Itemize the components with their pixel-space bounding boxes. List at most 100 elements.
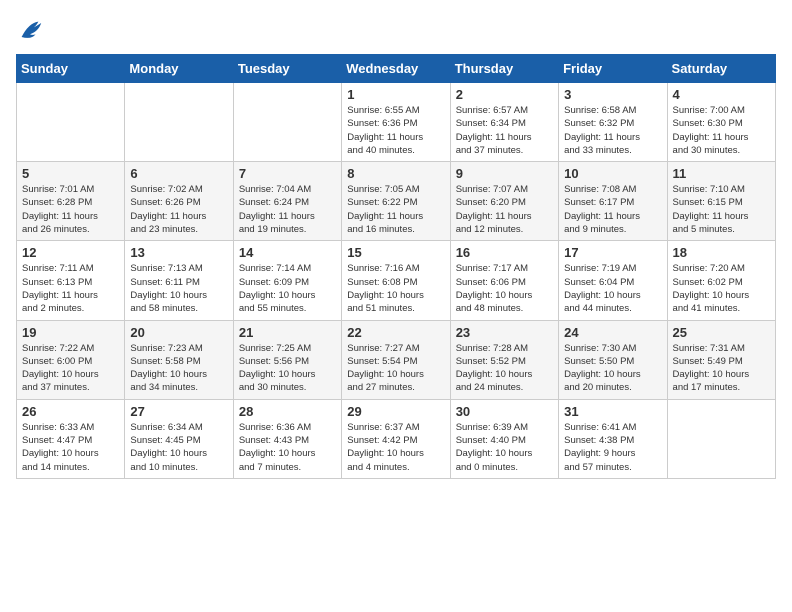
calendar-cell: 7 Sunrise: 7:04 AM Sunset: 6:24 PM Daylig…	[233, 162, 341, 241]
day-number: 8	[347, 166, 444, 181]
day-number: 19	[22, 325, 119, 340]
calendar-cell: 16 Sunrise: 7:17 AM Sunset: 6:06 PM Dayli…	[450, 241, 558, 320]
calendar-cell	[17, 83, 125, 162]
calendar-cell: 17 Sunrise: 7:19 AM Sunset: 6:04 PM Dayli…	[559, 241, 667, 320]
day-number: 14	[239, 245, 336, 260]
day-info: Sunrise: 7:05 AM Sunset: 6:22 PM Dayligh…	[347, 183, 444, 236]
day-number: 20	[130, 325, 227, 340]
calendar-cell: 6Sunrise: 7:02 AM Sunset: 6:26 PM Daylig…	[125, 162, 233, 241]
calendar-cell: 28 Sunrise: 6:36 AM Sunset: 4:43 PM Dayli…	[233, 399, 341, 478]
day-info: Sunrise: 7:10 AM Sunset: 6:15 PM Dayligh…	[673, 183, 770, 236]
day-header: Tuesday	[233, 55, 341, 83]
day-info: Sunrise: 7:01 AM Sunset: 6:28 PM Dayligh…	[22, 183, 119, 236]
calendar-cell	[233, 83, 341, 162]
day-number: 7	[239, 166, 336, 181]
day-info: Sunrise: 6:37 AM Sunset: 4:42 PM Dayligh…	[347, 421, 444, 474]
day-info: Sunrise: 7:31 AM Sunset: 5:49 PM Dayligh…	[673, 342, 770, 395]
calendar-week-row: 5 Sunrise: 7:01 AM Sunset: 6:28 PM Daylig…	[17, 162, 776, 241]
day-info: Sunrise: 6:34 AM Sunset: 4:45 PM Dayligh…	[130, 421, 227, 474]
day-number: 18	[673, 245, 770, 260]
day-header: Thursday	[450, 55, 558, 83]
day-info: Sunrise: 6:57 AM Sunset: 6:34 PM Dayligh…	[456, 104, 553, 157]
calendar-cell: 3 Sunrise: 6:58 AM Sunset: 6:32 PM Daylig…	[559, 83, 667, 162]
calendar-cell: 24Sunrise: 7:30 AM Sunset: 5:50 PM Dayli…	[559, 320, 667, 399]
day-number: 4	[673, 87, 770, 102]
day-number: 2	[456, 87, 553, 102]
page-header	[16, 16, 776, 44]
day-info: Sunrise: 6:58 AM Sunset: 6:32 PM Dayligh…	[564, 104, 661, 157]
calendar-cell: 11 Sunrise: 7:10 AM Sunset: 6:15 PM Dayli…	[667, 162, 775, 241]
day-info: Sunrise: 6:55 AM Sunset: 6:36 PM Dayligh…	[347, 104, 444, 157]
day-number: 17	[564, 245, 661, 260]
day-number: 3	[564, 87, 661, 102]
day-number: 31	[564, 404, 661, 419]
calendar-week-row: 12 Sunrise: 7:11 AM Sunset: 6:13 PM Dayli…	[17, 241, 776, 320]
logo	[16, 16, 48, 44]
calendar-cell: 1 Sunrise: 6:55 AM Sunset: 6:36 PM Daylig…	[342, 83, 450, 162]
day-header: Sunday	[17, 55, 125, 83]
day-number: 12	[22, 245, 119, 260]
calendar-cell: 31 Sunrise: 6:41 AM Sunset: 4:38 PM Dayli…	[559, 399, 667, 478]
day-info: Sunrise: 7:25 AM Sunset: 5:56 PM Dayligh…	[239, 342, 336, 395]
day-number: 29	[347, 404, 444, 419]
day-info: Sunrise: 6:33 AM Sunset: 4:47 PM Dayligh…	[22, 421, 119, 474]
calendar-cell: 27 Sunrise: 6:34 AM Sunset: 4:45 PM Dayli…	[125, 399, 233, 478]
calendar-cell: 29 Sunrise: 6:37 AM Sunset: 4:42 PM Dayli…	[342, 399, 450, 478]
calendar-cell	[667, 399, 775, 478]
day-number: 27	[130, 404, 227, 419]
calendar-cell: 5 Sunrise: 7:01 AM Sunset: 6:28 PM Daylig…	[17, 162, 125, 241]
calendar-cell: 9Sunrise: 7:07 AM Sunset: 6:20 PM Daylig…	[450, 162, 558, 241]
calendar-cell: 10Sunrise: 7:08 AM Sunset: 6:17 PM Dayli…	[559, 162, 667, 241]
calendar-cell: 19Sunrise: 7:22 AM Sunset: 6:00 PM Dayli…	[17, 320, 125, 399]
calendar-header-row: SundayMondayTuesdayWednesdayThursdayFrid…	[17, 55, 776, 83]
calendar-cell: 21 Sunrise: 7:25 AM Sunset: 5:56 PM Dayli…	[233, 320, 341, 399]
day-info: Sunrise: 6:39 AM Sunset: 4:40 PM Dayligh…	[456, 421, 553, 474]
calendar-cell: 23 Sunrise: 7:28 AM Sunset: 5:52 PM Dayli…	[450, 320, 558, 399]
day-number: 16	[456, 245, 553, 260]
day-info: Sunrise: 7:30 AM Sunset: 5:50 PM Dayligh…	[564, 342, 661, 395]
calendar-cell: 15 Sunrise: 7:16 AM Sunset: 6:08 PM Dayli…	[342, 241, 450, 320]
day-number: 22	[347, 325, 444, 340]
day-number: 25	[673, 325, 770, 340]
day-info: Sunrise: 7:16 AM Sunset: 6:08 PM Dayligh…	[347, 262, 444, 315]
day-info: Sunrise: 7:04 AM Sunset: 6:24 PM Dayligh…	[239, 183, 336, 236]
day-number: 11	[673, 166, 770, 181]
day-number: 5	[22, 166, 119, 181]
day-info: Sunrise: 6:36 AM Sunset: 4:43 PM Dayligh…	[239, 421, 336, 474]
day-info: Sunrise: 7:23 AM Sunset: 5:58 PM Dayligh…	[130, 342, 227, 395]
day-number: 1	[347, 87, 444, 102]
calendar-week-row: 19Sunrise: 7:22 AM Sunset: 6:00 PM Dayli…	[17, 320, 776, 399]
day-info: Sunrise: 7:28 AM Sunset: 5:52 PM Dayligh…	[456, 342, 553, 395]
day-number: 30	[456, 404, 553, 419]
calendar-cell	[125, 83, 233, 162]
day-info: Sunrise: 7:27 AM Sunset: 5:54 PM Dayligh…	[347, 342, 444, 395]
day-number: 13	[130, 245, 227, 260]
calendar-cell: 4Sunrise: 7:00 AM Sunset: 6:30 PM Daylig…	[667, 83, 775, 162]
day-header: Saturday	[667, 55, 775, 83]
day-info: Sunrise: 7:17 AM Sunset: 6:06 PM Dayligh…	[456, 262, 553, 315]
day-number: 15	[347, 245, 444, 260]
day-info: Sunrise: 6:41 AM Sunset: 4:38 PM Dayligh…	[564, 421, 661, 474]
calendar-cell: 25 Sunrise: 7:31 AM Sunset: 5:49 PM Dayli…	[667, 320, 775, 399]
day-info: Sunrise: 7:07 AM Sunset: 6:20 PM Dayligh…	[456, 183, 553, 236]
calendar-cell: 2 Sunrise: 6:57 AM Sunset: 6:34 PM Daylig…	[450, 83, 558, 162]
day-number: 6	[130, 166, 227, 181]
day-info: Sunrise: 7:11 AM Sunset: 6:13 PM Dayligh…	[22, 262, 119, 315]
day-number: 23	[456, 325, 553, 340]
day-header: Wednesday	[342, 55, 450, 83]
calendar-cell: 26 Sunrise: 6:33 AM Sunset: 4:47 PM Dayli…	[17, 399, 125, 478]
day-header: Friday	[559, 55, 667, 83]
day-number: 26	[22, 404, 119, 419]
calendar-week-row: 1 Sunrise: 6:55 AM Sunset: 6:36 PM Daylig…	[17, 83, 776, 162]
day-number: 28	[239, 404, 336, 419]
calendar-table: SundayMondayTuesdayWednesdayThursdayFrid…	[16, 54, 776, 479]
day-number: 21	[239, 325, 336, 340]
calendar-cell: 13 Sunrise: 7:13 AM Sunset: 6:11 PM Dayli…	[125, 241, 233, 320]
day-info: Sunrise: 7:19 AM Sunset: 6:04 PM Dayligh…	[564, 262, 661, 315]
day-info: Sunrise: 7:08 AM Sunset: 6:17 PM Dayligh…	[564, 183, 661, 236]
day-info: Sunrise: 7:13 AM Sunset: 6:11 PM Dayligh…	[130, 262, 227, 315]
calendar-cell: 12 Sunrise: 7:11 AM Sunset: 6:13 PM Dayli…	[17, 241, 125, 320]
calendar-week-row: 26 Sunrise: 6:33 AM Sunset: 4:47 PM Dayli…	[17, 399, 776, 478]
day-header: Monday	[125, 55, 233, 83]
day-info: Sunrise: 7:20 AM Sunset: 6:02 PM Dayligh…	[673, 262, 770, 315]
